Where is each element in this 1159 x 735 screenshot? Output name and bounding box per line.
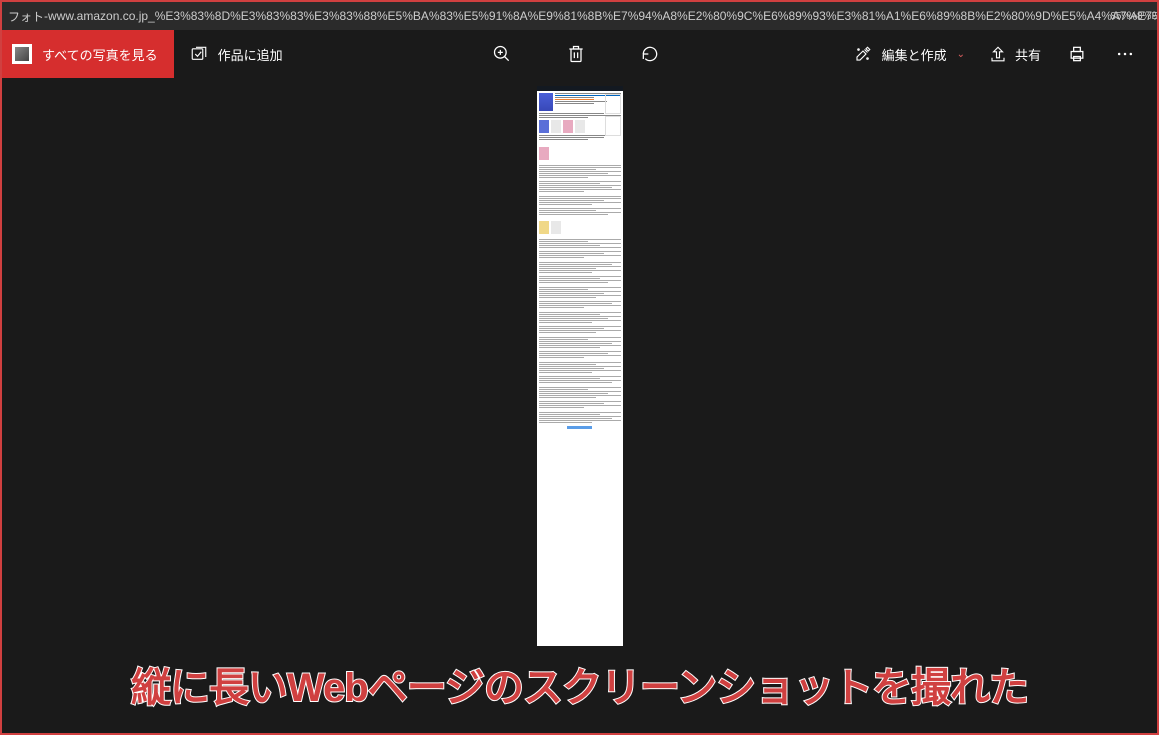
zoom-in-icon — [492, 44, 512, 64]
share-button[interactable]: 共有 — [989, 45, 1041, 64]
share-icon — [989, 45, 1007, 63]
edit-icon — [854, 45, 872, 63]
print-button[interactable] — [1065, 42, 1089, 66]
print-icon — [1067, 44, 1087, 64]
trash-icon — [566, 44, 586, 64]
toolbar-center — [299, 42, 854, 66]
toolbar-right: 編集と作成 ⌄ 共有 — [854, 42, 1157, 66]
add-to-album-button[interactable]: 作品に追加 — [174, 30, 299, 78]
title-suffix: 85%A8%E6 — [1117, 2, 1157, 30]
title-bar: フォト - www.amazon.co.jp_%E3%83%8D%E3%83%8… — [2, 2, 1157, 30]
rotate-icon — [640, 44, 660, 64]
zoom-button[interactable] — [490, 42, 514, 66]
photos-icon — [12, 44, 32, 64]
app-name: フォト — [8, 8, 44, 25]
delete-button[interactable] — [564, 42, 588, 66]
main-toolbar: すべての写真を見る 作品に追加 — [2, 30, 1157, 78]
window-controls: 85%A8%E6 — [1117, 2, 1157, 30]
view-all-label: すべての写真を見る — [42, 45, 158, 64]
file-name: www.amazon.co.jp_%E3%83%8D%E3%83%83%E3%8… — [48, 9, 1157, 23]
view-all-photos-button[interactable]: すべての写真を見る — [2, 30, 174, 78]
album-add-icon — [190, 45, 208, 63]
image-viewer-area[interactable] — [4, 78, 1155, 731]
chevron-down-icon: ⌄ — [957, 49, 965, 60]
annotation-caption: 縦に長いWebページのスクリーンショットを撮れた — [22, 655, 1137, 713]
more-horizontal-icon — [1115, 44, 1135, 64]
add-to-album-label: 作品に追加 — [218, 45, 283, 64]
more-options-button[interactable] — [1113, 42, 1137, 66]
toolbar-left: すべての写真を見る 作品に追加 — [2, 30, 299, 78]
share-label: 共有 — [1015, 45, 1041, 64]
edit-create-button[interactable]: 編集と作成 ⌄ — [854, 45, 965, 64]
rotate-button[interactable] — [638, 42, 662, 66]
displayed-screenshot — [537, 86, 623, 646]
edit-create-label: 編集と作成 — [882, 45, 947, 64]
